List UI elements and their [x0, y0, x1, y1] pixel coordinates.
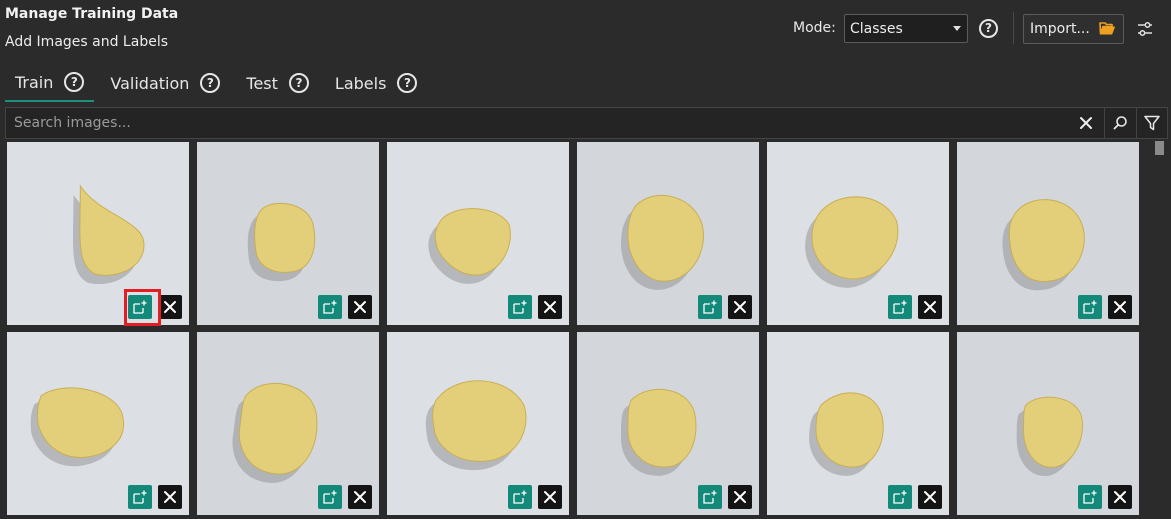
tab-label: Labels: [334, 73, 387, 93]
add-label-icon: [1083, 490, 1097, 504]
add-label-icon: [703, 490, 717, 504]
remove-image-button[interactable]: [1108, 485, 1132, 509]
folder-open-icon: [1099, 22, 1115, 35]
add-label-icon: [323, 300, 337, 314]
search-divider: [1104, 108, 1105, 138]
close-icon: [1114, 491, 1126, 503]
remove-image-button[interactable]: [918, 295, 942, 319]
tab-test[interactable]: Test ?: [236, 64, 319, 102]
image-tile[interactable]: [575, 140, 761, 327]
add-label-icon: [513, 490, 527, 504]
tab-bar: Train ? Validation ? Test ? Labels ?: [5, 64, 427, 102]
image-tile[interactable]: [385, 330, 571, 517]
close-icon: [734, 301, 746, 313]
remove-image-button[interactable]: [348, 485, 372, 509]
search-input[interactable]: [6, 108, 1074, 138]
remove-image-button[interactable]: [728, 295, 752, 319]
image-grid: [5, 139, 1151, 519]
add-label-icon: [703, 300, 717, 314]
add-label-icon: [893, 490, 907, 504]
scrollbar-thumb[interactable]: [1155, 141, 1164, 155]
remove-image-button[interactable]: [918, 485, 942, 509]
chevron-down-icon: [953, 26, 961, 31]
close-icon: [1114, 301, 1126, 313]
search-icon[interactable]: [1111, 114, 1129, 132]
remove-image-button[interactable]: [348, 295, 372, 319]
help-icon[interactable]: ?: [397, 73, 418, 93]
help-icon[interactable]: ?: [288, 73, 309, 93]
close-icon: [924, 491, 936, 503]
close-icon: [164, 491, 176, 503]
remove-image-button[interactable]: [158, 295, 182, 319]
image-tile[interactable]: [575, 330, 761, 517]
image-tile[interactable]: [5, 330, 191, 517]
page-subtitle: Add Images and Labels: [5, 34, 168, 50]
add-label-button[interactable]: [888, 295, 912, 319]
mode-help-icon[interactable]: ?: [979, 19, 998, 38]
image-tile[interactable]: [385, 140, 571, 327]
close-icon: [544, 301, 556, 313]
image-tile[interactable]: [765, 330, 951, 517]
toolbar-divider: [1013, 12, 1014, 44]
add-label-button[interactable]: [318, 485, 342, 509]
add-label-button[interactable]: [698, 295, 722, 319]
tab-train[interactable]: Train ?: [5, 64, 95, 102]
add-label-button[interactable]: [888, 485, 912, 509]
close-icon: [544, 491, 556, 503]
help-icon[interactable]: ?: [64, 72, 85, 92]
add-label-button[interactable]: [508, 295, 532, 319]
import-button-label: Import...: [1030, 21, 1090, 37]
add-label-icon: [1083, 300, 1097, 314]
tab-labels[interactable]: Labels ?: [325, 64, 428, 102]
image-tile[interactable]: [195, 140, 381, 327]
tab-validation[interactable]: Validation ?: [100, 64, 230, 102]
help-icon[interactable]: ?: [200, 73, 221, 93]
scrollbar[interactable]: [1151, 139, 1168, 519]
filter-icon[interactable]: [1143, 114, 1161, 132]
clear-search-icon[interactable]: [1076, 113, 1096, 133]
image-tile[interactable]: [765, 140, 951, 327]
tab-label: Test: [246, 73, 278, 93]
remove-image-button[interactable]: [728, 485, 752, 509]
add-label-icon: [133, 490, 147, 504]
add-label-button[interactable]: [1078, 485, 1102, 509]
tab-label: Train: [15, 72, 54, 92]
tab-label: Validation: [110, 73, 190, 93]
image-tile[interactable]: [195, 330, 381, 517]
add-label-icon: [893, 300, 907, 314]
close-icon: [924, 301, 936, 313]
add-label-button[interactable]: [128, 295, 152, 319]
mode-label: Mode:: [793, 20, 836, 36]
add-label-button[interactable]: [508, 485, 532, 509]
remove-image-button[interactable]: [1108, 295, 1132, 319]
search-divider: [1136, 108, 1137, 138]
page-title: Manage Training Data: [5, 6, 179, 22]
sliders-icon[interactable]: [1135, 19, 1155, 39]
add-label-button[interactable]: [698, 485, 722, 509]
close-icon: [734, 491, 746, 503]
add-label-icon: [513, 300, 527, 314]
image-tile[interactable]: [955, 330, 1141, 517]
close-icon: [354, 491, 366, 503]
remove-image-button[interactable]: [538, 295, 562, 319]
remove-image-button[interactable]: [158, 485, 182, 509]
image-tile[interactable]: [955, 140, 1141, 327]
mode-select-value: Classes: [850, 21, 903, 37]
close-icon: [354, 301, 366, 313]
remove-image-button[interactable]: [538, 485, 562, 509]
add-label-button[interactable]: [128, 485, 152, 509]
search-bar: [5, 107, 1168, 139]
import-button[interactable]: Import...: [1023, 14, 1124, 44]
add-label-icon: [133, 300, 147, 314]
mode-select[interactable]: Classes: [844, 14, 968, 43]
image-tile[interactable]: [5, 140, 191, 327]
add-label-button[interactable]: [318, 295, 342, 319]
add-label-button[interactable]: [1078, 295, 1102, 319]
close-icon: [164, 301, 176, 313]
add-label-icon: [323, 490, 337, 504]
